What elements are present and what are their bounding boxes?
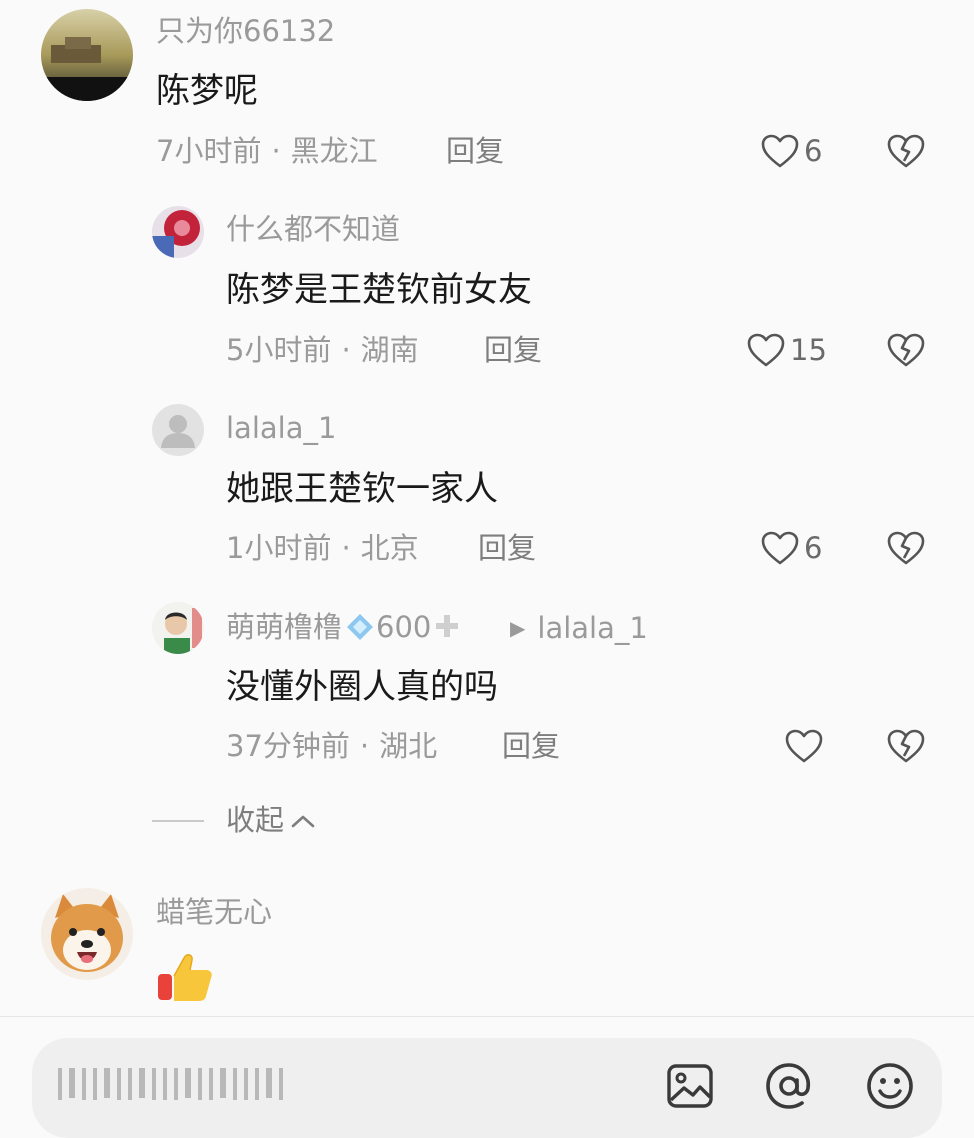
comment-time: 5小时前	[226, 333, 332, 367]
like-count: 6	[804, 530, 823, 565]
avatar[interactable]	[41, 888, 133, 980]
comment-text: 没懂外圈人真的吗	[226, 667, 498, 707]
heart-icon	[785, 729, 823, 763]
plus-icon	[433, 612, 461, 645]
avatar[interactable]	[152, 602, 204, 654]
avatar[interactable]	[41, 9, 133, 101]
collapse-replies-button[interactable]: 收起	[152, 806, 316, 835]
meta-separator: ·	[341, 531, 351, 565]
divider	[0, 1016, 974, 1017]
reply-button[interactable]: 回复	[446, 137, 504, 166]
comment-username[interactable]: lalala_1	[226, 414, 336, 443]
input-placeholder	[58, 1068, 283, 1100]
reply-button[interactable]: 回复	[484, 336, 542, 365]
comment-meta: 37分钟前 · 湖北	[226, 732, 437, 761]
like-count: 6	[804, 133, 823, 168]
image-icon[interactable]	[664, 1060, 716, 1112]
avatar-image	[152, 602, 204, 654]
diamond-icon	[347, 614, 374, 640]
meta-separator: ·	[271, 134, 281, 168]
avatar[interactable]	[152, 404, 204, 456]
broken-heart-icon	[887, 134, 925, 168]
play-arrow-icon: ▶	[510, 616, 526, 640]
like-count: 15	[790, 332, 827, 367]
reply-to[interactable]: ▶ lalala_1	[510, 614, 648, 643]
meta-separator: ·	[341, 333, 351, 367]
comment-meta: 1小时前 · 北京	[226, 534, 419, 563]
at-icon[interactable]	[763, 1060, 815, 1112]
badge-count: 600	[376, 610, 432, 644]
comment-location: 北京	[360, 531, 419, 565]
thumbs-up-icon	[158, 954, 212, 1001]
default-avatar-icon	[152, 404, 204, 456]
comment-location: 黑龙江	[290, 134, 378, 168]
heart-icon	[761, 531, 799, 565]
comment-username[interactable]: 蜡笔无心	[156, 898, 272, 927]
like-button[interactable]: 6	[760, 133, 822, 169]
comment-time: 37分钟前	[226, 729, 350, 763]
dislike-button[interactable]	[886, 133, 926, 169]
comment-location: 湖南	[360, 333, 419, 367]
avatar[interactable]	[152, 206, 204, 258]
heart-icon	[761, 134, 799, 168]
reply-to-username: lalala_1	[537, 611, 648, 645]
like-button[interactable]: 15	[746, 332, 827, 368]
reply-button[interactable]: 回复	[502, 732, 560, 761]
shiba-avatar-image	[41, 888, 133, 980]
like-button[interactable]	[784, 728, 828, 764]
comment-text: 陈梦是王楚钦前女友	[226, 270, 532, 310]
broken-heart-icon	[887, 333, 925, 367]
thumbs-up-emoji	[156, 948, 214, 1006]
comment-location: 湖北	[379, 729, 438, 763]
collapse-line	[152, 819, 204, 822]
dislike-button[interactable]	[886, 530, 926, 566]
comment-text: 她跟王楚钦一家人	[226, 469, 498, 509]
heart-icon	[747, 333, 785, 367]
comment-text: 陈梦呢	[156, 71, 258, 111]
reply-button[interactable]: 回复	[478, 534, 536, 563]
collapse-label: 收起	[226, 803, 285, 837]
fan-badge	[346, 613, 374, 646]
like-button[interactable]: 6	[760, 530, 822, 566]
comment-username[interactable]: 只为你66132	[156, 17, 335, 46]
comment-meta: 5小时前 · 湖南	[226, 336, 419, 365]
comment-username[interactable]: 什么都不知道	[226, 215, 400, 244]
comment-meta: 7小时前 · 黑龙江	[156, 137, 378, 166]
avatar-image	[41, 9, 133, 101]
comment-time: 7小时前	[156, 134, 262, 168]
broken-heart-icon	[887, 531, 925, 565]
broken-heart-icon	[887, 729, 925, 763]
chevron-up-icon	[291, 815, 315, 827]
dislike-button[interactable]	[886, 332, 926, 368]
dislike-button[interactable]	[886, 728, 926, 764]
emoji-icon[interactable]	[864, 1060, 916, 1112]
comment-username-text: 萌萌橹橹	[226, 610, 343, 644]
avatar-image	[152, 206, 204, 258]
meta-separator: ·	[359, 729, 370, 763]
comment-username[interactable]: 萌萌橹橹 600	[226, 612, 461, 646]
comment-time: 1小时前	[226, 531, 332, 565]
